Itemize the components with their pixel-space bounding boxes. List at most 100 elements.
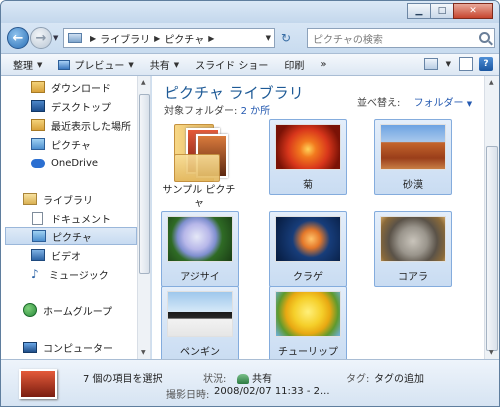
forward-button[interactable]: → [30, 27, 52, 49]
nav-item-onedrive[interactable]: OneDrive [1, 154, 135, 172]
content-pane: ピクチャ ライブラリ 対象フォルダー: 2 か所 並べ替え: フォルダー ▼ サ… [152, 76, 484, 359]
arrange-label: 並べ替え: [357, 98, 401, 109]
share-button[interactable]: 共有 ▼ [149, 57, 179, 73]
minimize-button[interactable]: ▁ [407, 3, 431, 19]
chevron-right-icon[interactable]: ▶ [154, 34, 160, 43]
content-scrollbar[interactable]: ▲ ▼ [484, 76, 499, 359]
details-pane: 7 個の項目を選択 状況: 共有 タグ: タグの追加 撮影日時: 2008/02… [1, 359, 499, 406]
folder-item-sample-pictures[interactable]: サンプル ピクチャ [160, 119, 238, 211]
nav-item-label: ダウンロード [51, 83, 111, 95]
close-button[interactable]: ✕ [453, 3, 493, 19]
nav-item-homegroup[interactable]: ホームグループ [1, 301, 135, 319]
more-label: » [320, 59, 327, 70]
back-button[interactable]: ← [7, 27, 29, 49]
scroll-up-icon[interactable]: ▲ [489, 79, 494, 86]
tag-value[interactable]: タグの追加 [374, 370, 424, 385]
nav-item-label: ビデオ [51, 251, 81, 263]
nav-item-desktop[interactable]: デスクトップ [1, 97, 135, 115]
music-icon: ♪ [31, 267, 39, 281]
nav-item-label: OneDrive [51, 157, 99, 169]
chevron-right-icon[interactable]: ▶ [90, 34, 96, 43]
image-item-koala[interactable]: コアラ [374, 211, 452, 287]
navpane-scroll-thumb[interactable] [139, 94, 150, 274]
print-button[interactable]: 印刷 [284, 57, 304, 72]
address-bar[interactable]: ▶ ライブラリ ▶ ピクチャ ▶ ▼ [63, 28, 275, 48]
command-bar: 整理 ▼ プレビュー ▼ 共有 ▼ スライド ショー 印刷 » ▼ ? [1, 53, 499, 76]
search-input[interactable]: ピクチャの検索 [307, 28, 495, 48]
library-title: ピクチャ ライブラリ [164, 84, 304, 102]
breadcrumb-pictures[interactable]: ピクチャ [164, 31, 204, 46]
image-item-chrysanthemum[interactable]: 菊 [269, 119, 347, 195]
more-commands-button[interactable]: » [320, 59, 326, 70]
library-folder-icon [68, 33, 82, 43]
nav-item-label: ピクチャ [52, 232, 92, 244]
nav-item-computer[interactable]: コンピューター [1, 338, 135, 356]
pictures-folder-icon [31, 138, 45, 150]
recent-pages-dropdown[interactable]: ▼ [53, 34, 58, 42]
content-scroll-thumb[interactable] [486, 146, 498, 351]
nav-item-documents[interactable]: ドキュメント [1, 209, 135, 227]
chevron-down-icon: ▼ [37, 60, 43, 69]
explorer-window: ▁ □ ✕ ← → ▼ ▶ ライブラリ ▶ ピクチャ ▶ ▼ ↻ ピクチャの検索… [0, 0, 500, 407]
item-label: チューリップ [278, 347, 338, 358]
scroll-up-icon[interactable]: ▲ [141, 79, 146, 86]
documents-icon [32, 211, 43, 225]
onedrive-cloud-icon [31, 158, 45, 168]
image-item-desert[interactable]: 砂漠 [374, 119, 452, 195]
image-item-hydrangeas[interactable]: アジサイ [161, 211, 239, 287]
change-view-icon[interactable] [423, 58, 438, 70]
address-history-dropdown[interactable]: ▼ [266, 34, 271, 42]
nav-item-pictures-favorite[interactable]: ピクチャ [1, 135, 135, 153]
hydrangea-thumbnail [167, 216, 233, 262]
organize-button[interactable]: 整理 ▼ [13, 57, 43, 73]
state-value: 共有 [237, 370, 272, 385]
chevron-down-icon: ▼ [128, 60, 134, 69]
refresh-icon[interactable]: ↻ [281, 31, 291, 45]
nav-item-label: ミュージック [49, 270, 109, 282]
item-label: サンプル ピクチャ [162, 185, 236, 209]
arrange-by: 並べ替え: フォルダー ▼ [357, 94, 472, 109]
target-folder-label: 対象フォルダー: [164, 106, 238, 117]
homegroup-icon [23, 303, 37, 317]
nav-item-downloads[interactable]: ダウンロード [1, 78, 135, 96]
help-icon[interactable]: ? [479, 57, 493, 71]
chevron-right-icon[interactable]: ▶ [208, 34, 214, 43]
arrange-value: フォルダー [413, 98, 464, 109]
nav-item-music[interactable]: ♪ ミュージック [1, 265, 135, 283]
item-label: アジサイ [180, 272, 220, 283]
nav-item-libraries[interactable]: ライブラリ [1, 190, 135, 208]
nav-item-recent-places[interactable]: 最近表示した場所 [1, 116, 135, 134]
image-item-jellyfish[interactable]: クラゲ [269, 211, 347, 287]
target-folder-link[interactable]: 2 か所 [241, 106, 271, 117]
nav-item-label: ドキュメント [51, 214, 111, 226]
nav-item-label: ライブラリ [43, 195, 93, 207]
preview-button[interactable]: プレビュー ▼ [58, 57, 134, 72]
breadcrumb-libraries[interactable]: ライブラリ [100, 31, 150, 46]
scroll-down-icon[interactable]: ▼ [489, 349, 494, 356]
nav-item-pictures-library[interactable]: ピクチャ [5, 227, 137, 245]
date-taken-value: 2008/02/07 11:33 - 2... [214, 386, 330, 397]
navpane-scrollbar[interactable]: ▲ ▼ [137, 76, 150, 359]
selection-count: 7 個の項目を選択 [83, 374, 163, 385]
preview-label: プレビュー [74, 61, 125, 72]
nav-item-label: ホームグループ [43, 306, 113, 318]
nav-item-videos[interactable]: ビデオ [1, 246, 135, 264]
jellyfish-thumbnail [275, 216, 341, 262]
image-item-penguins[interactable]: ペンギン [161, 286, 239, 359]
tulips-thumbnail [275, 291, 341, 337]
chevron-down-icon[interactable]: ▼ [446, 60, 451, 68]
maximize-button[interactable]: □ [430, 3, 454, 19]
arrange-dropdown[interactable]: フォルダー ▼ [414, 98, 473, 109]
pictures-library-icon [32, 230, 46, 242]
image-item-tulips[interactable]: チューリップ [269, 286, 347, 359]
scroll-down-icon[interactable]: ▼ [141, 349, 146, 356]
state-label: 状況: [203, 374, 227, 385]
share-icon [237, 374, 249, 384]
window-controls: ▁ □ ✕ [407, 3, 493, 19]
tag-label: タグ: [346, 374, 370, 385]
share-label: 共有 [149, 61, 170, 72]
slideshow-button[interactable]: スライド ショー [195, 57, 268, 72]
desktop-icon [31, 100, 45, 112]
library-locations: 対象フォルダー: 2 か所 [164, 102, 270, 117]
preview-pane-icon[interactable] [459, 57, 473, 71]
